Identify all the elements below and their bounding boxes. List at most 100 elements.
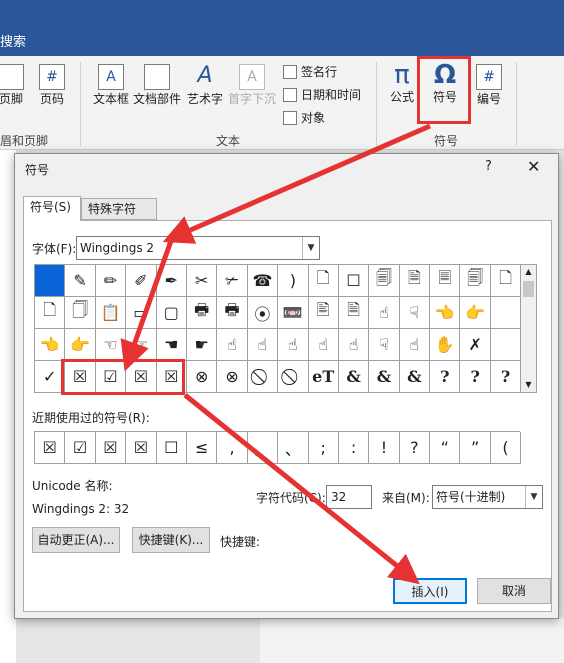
symbol-cell[interactable]: ✏	[95, 265, 127, 297]
symbol-cell[interactable]: ☝	[338, 329, 370, 361]
symbol-grid-scrollbar[interactable]: ▲ ▼	[520, 264, 537, 393]
recent-symbol-cell[interactable]: ,	[217, 432, 248, 464]
symbol-cell[interactable]: ✋	[430, 329, 461, 361]
symbol-cell[interactable]: 🗍	[65, 297, 96, 329]
page-number-button[interactable]: # 页码	[36, 64, 68, 107]
recent-symbol-cell[interactable]: ☒	[126, 432, 157, 464]
shortcut-key-button[interactable]: 快捷键(K)...	[132, 527, 210, 553]
help-icon[interactable]: ?	[485, 159, 492, 174]
symbol-cell[interactable]: ☟	[369, 329, 400, 361]
symbol-cell[interactable]: 🖶	[186, 297, 218, 329]
recent-symbol-cell[interactable]: ”	[460, 432, 491, 464]
symbol-cell[interactable]: 🖶	[217, 297, 248, 329]
symbol-cell[interactable]	[490, 297, 522, 329]
symbol-cell[interactable]: ✎	[65, 265, 96, 297]
symbol-cell[interactable]: ☝	[399, 329, 431, 361]
recent-symbol-cell[interactable]: ☐	[156, 432, 187, 464]
symbol-cell[interactable]: ✃	[217, 265, 248, 297]
wordart-button[interactable]: A 艺术字	[184, 64, 226, 107]
symbol-cell[interactable]: ☜	[95, 329, 127, 361]
symbol-cell[interactable]: ☝	[308, 329, 339, 361]
symbol-cell[interactable]: ⊗	[186, 361, 218, 393]
symbol-cell[interactable]: ⃠	[247, 361, 279, 393]
symbol-cell[interactable]: 🗐	[369, 265, 400, 297]
symbol-cell[interactable]: ✒	[156, 265, 187, 297]
symbol-cell[interactable]: ⃠	[278, 361, 309, 393]
symbol-cell[interactable]: 🗏	[430, 265, 461, 297]
symbol-grid[interactable]: ✎ ✏ ✐ ✒ ✂ ✃ ☎) 🗋 ☐ 🗐 🗎 🗏 🗐 🗋 🗋 🗍 📋 ▭ ▢ 🖶 🖶 ⦿ 📼 🖹 🗎 ☝ ☟ 👈 👉 👈 👉 ☜ ☞ ☚ ☛ ☝ ☝ ☝ ☝…	[34, 264, 522, 393]
recent-symbol-cell[interactable]: ☒	[95, 432, 127, 464]
symbol-cell[interactable]: &	[369, 361, 400, 393]
symbol-cell[interactable]: ☒	[65, 361, 96, 393]
symbol-cell[interactable]: ⊗	[217, 361, 248, 393]
symbol-cell[interactable]: 🗐	[460, 265, 491, 297]
equation-button[interactable]: π 公式	[386, 62, 418, 105]
recent-symbol-cell[interactable]: ?	[399, 432, 431, 464]
symbol-cell[interactable]: 👉	[460, 297, 491, 329]
symbol-cell[interactable]: 🗋	[490, 265, 522, 297]
recent-symbol-cell[interactable]: 。	[247, 432, 279, 464]
scroll-down-icon[interactable]: ▼	[521, 378, 536, 392]
symbol-cell[interactable]: ☛	[186, 329, 218, 361]
symbol-cell[interactable]: ☑	[95, 361, 127, 393]
symbol-cell[interactable]: ✐	[126, 265, 157, 297]
quick-parts-button[interactable]: 文档部件	[132, 64, 182, 107]
symbol-cell[interactable]: )	[278, 265, 309, 297]
symbol-cell[interactable]: ?	[490, 361, 522, 393]
symbol-cell[interactable]: ?	[460, 361, 491, 393]
symbol-cell[interactable]: ▭	[126, 297, 157, 329]
recent-symbol-cell[interactable]: :	[338, 432, 370, 464]
object-button[interactable]: 对象	[283, 109, 325, 126]
cancel-button[interactable]: 取消	[477, 578, 551, 604]
footer-button[interactable]: 页脚	[0, 64, 26, 107]
symbol-cell[interactable]: ?	[430, 361, 461, 393]
symbol-cell[interactable]: ☝	[369, 297, 400, 329]
textbox-button[interactable]: A 文本框	[90, 64, 132, 107]
recent-symbol-cell[interactable]: 、	[278, 432, 309, 464]
recent-symbol-cell[interactable]: (	[490, 432, 522, 464]
symbol-cell[interactable]: 🖹	[308, 297, 339, 329]
search-label[interactable]: 搜索	[0, 31, 26, 50]
recent-symbol-cell[interactable]: ☒	[35, 432, 66, 464]
symbol-cell[interactable]: ▢	[156, 297, 187, 329]
symbol-cell[interactable]: 🗋	[35, 297, 66, 329]
symbol-cell[interactable]: ☚	[156, 329, 187, 361]
symbol-cell[interactable]: ⦿	[247, 297, 279, 329]
symbol-cell[interactable]: 🗎	[399, 265, 431, 297]
close-icon[interactable]: ✕	[527, 157, 540, 176]
drop-cap-button[interactable]: A 首字下沉	[226, 64, 278, 107]
symbol-cell[interactable]: ☐	[338, 265, 370, 297]
symbol-cell[interactable]: ☟	[399, 297, 431, 329]
scroll-up-icon[interactable]: ▲	[521, 265, 536, 279]
symbol-cell[interactable]: &	[399, 361, 431, 393]
symbol-cell[interactable]: ☞	[126, 329, 157, 361]
symbol-cell[interactable]	[490, 329, 522, 361]
symbol-button[interactable]: Ω 符号	[422, 62, 468, 105]
scroll-thumb[interactable]	[523, 281, 534, 297]
recent-symbol-cell[interactable]: ;	[308, 432, 339, 464]
recent-symbol-cell[interactable]: ≤	[186, 432, 218, 464]
recent-symbol-cell[interactable]: “	[430, 432, 461, 464]
symbol-cell[interactable]: 🗋	[308, 265, 339, 297]
symbol-cell[interactable]: ☒	[126, 361, 157, 393]
autocorrect-button[interactable]: 自动更正(A)...	[32, 527, 120, 553]
symbol-cell[interactable]: ✗	[460, 329, 491, 361]
tab-special-characters[interactable]: 特殊字符(P)	[81, 198, 157, 236]
signature-line-button[interactable]: 签名行	[283, 63, 337, 80]
symbol-cell[interactable]: ☝	[247, 329, 279, 361]
symbol-cell[interactable]: 👈	[35, 329, 66, 361]
symbol-cell[interactable]: 📋	[95, 297, 127, 329]
from-dropdown[interactable]: 符号(十进制) ▼	[432, 485, 543, 509]
recent-symbols-grid[interactable]: ☒ ☑ ☒ ☒ ☐ ≤,。、;:!? “”(	[34, 431, 522, 464]
symbol-cell[interactable]: ☝	[278, 329, 309, 361]
symbol-cell[interactable]: ✓	[35, 361, 66, 393]
symbol-cell[interactable]: 📼	[278, 297, 309, 329]
symbol-cell[interactable]: &	[338, 361, 370, 393]
tab-symbols[interactable]: 符号(S)	[23, 196, 81, 221]
symbol-cell[interactable]	[35, 265, 66, 297]
recent-symbol-cell[interactable]: !	[369, 432, 400, 464]
date-time-button[interactable]: 日期和时间	[283, 86, 361, 103]
symbol-cell[interactable]: ✂	[186, 265, 218, 297]
symbol-cell[interactable]: eT	[308, 361, 339, 393]
font-dropdown[interactable]: Wingdings 2 ▼	[76, 236, 320, 260]
